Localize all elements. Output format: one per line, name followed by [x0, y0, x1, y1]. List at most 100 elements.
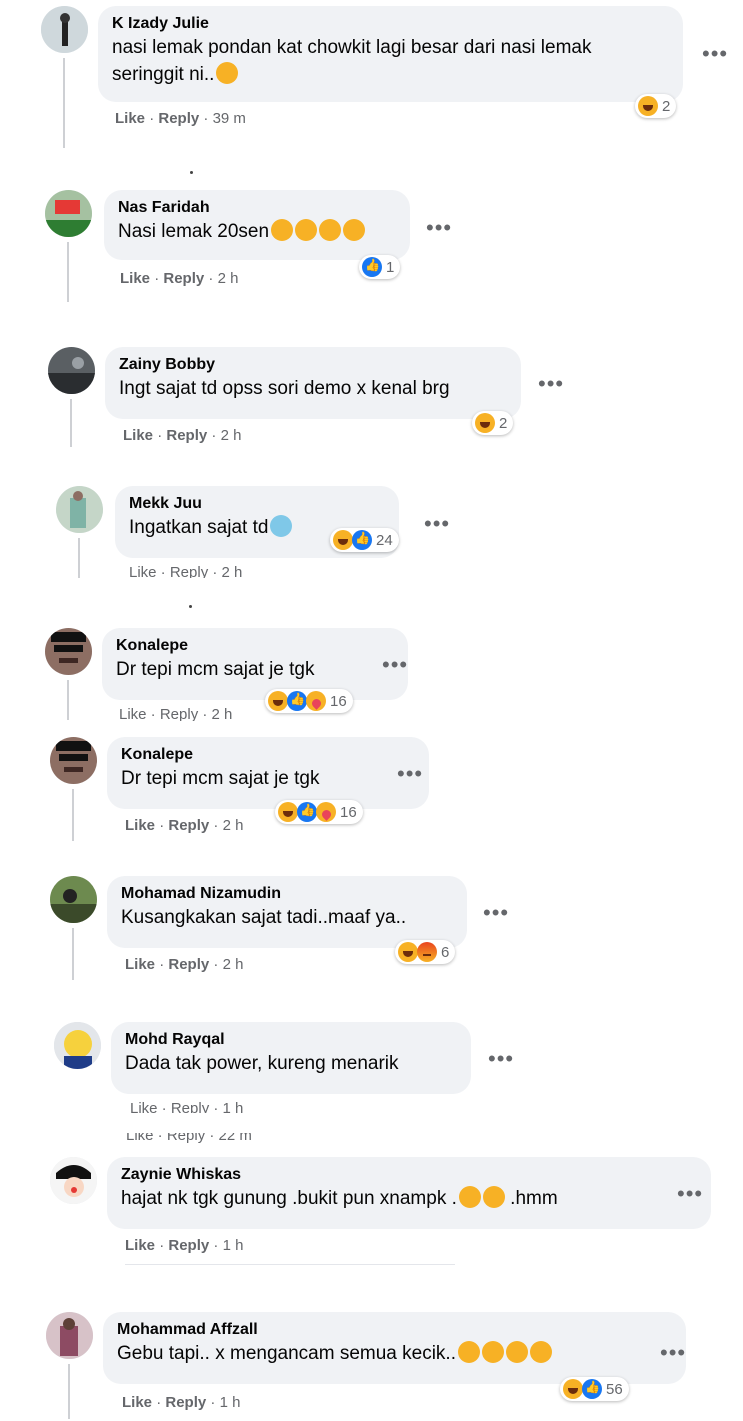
reaction-summary[interactable]: 2	[635, 94, 677, 118]
like-link[interactable]: Like	[125, 1237, 155, 1254]
more-options-icon[interactable]: •••	[677, 1183, 703, 1205]
reply-link[interactable]: Reply	[163, 270, 204, 287]
comment-text: Dr tepi mcm sajat je tgk	[121, 768, 320, 789]
reaction-summary[interactable]: 1	[359, 255, 401, 279]
more-options-icon[interactable]: •••	[538, 373, 564, 395]
laughing-emoji-icon	[530, 1341, 552, 1363]
cold-face-emoji-icon	[270, 515, 293, 537]
like-link[interactable]: Like	[120, 270, 150, 287]
avatar[interactable]	[50, 1157, 97, 1204]
more-options-icon[interactable]: •••	[483, 902, 509, 924]
comment-bubble: K Izady Julie nasi lemak pondan kat chow…	[98, 6, 683, 102]
like-reaction-icon	[287, 691, 307, 711]
reaction-summary[interactable]: 16	[275, 800, 363, 824]
reaction-summary[interactable]: 16	[265, 689, 353, 713]
comment-actions-clipped: Like · Reply · 22 m	[126, 1133, 252, 1144]
haha-reaction-icon	[333, 530, 353, 550]
timestamp[interactable]: 1 h	[220, 1394, 241, 1411]
comment-bubble: Zainy Bobby Ingt sajat td opss sori demo…	[105, 347, 521, 419]
comment: Konalepe Dr tepi mcm sajat je tgk 16 •••…	[50, 737, 740, 847]
avatar[interactable]	[50, 737, 97, 784]
like-link[interactable]: Like	[125, 817, 155, 834]
like-reaction-icon	[582, 1379, 602, 1399]
timestamp[interactable]: 2 h	[223, 956, 244, 973]
comment-actions-clipped: Like · Reply · 1 h	[130, 1100, 244, 1113]
comment-bubble: Mohd Rayqal Dada tak power, kureng menar…	[111, 1022, 471, 1094]
comment-bubble: Mohamad Nizamudin Kusangkakan sajat tadi…	[107, 876, 467, 948]
more-options-icon[interactable]: •••	[397, 763, 423, 785]
commenter-name[interactable]: Zainy Bobby	[119, 355, 509, 375]
commenter-name[interactable]: Mohd Rayqal	[125, 1030, 459, 1050]
comment: Konalepe Dr tepi mcm sajat je tgk 16 •••…	[45, 628, 735, 723]
comment-bubble: Mohammad Affzall Gebu tapi.. x mengancam…	[103, 1312, 686, 1384]
comment-bubble: Nas Faridah Nasi lemak 20sen	[104, 190, 410, 260]
reaction-summary[interactable]: 6	[395, 940, 456, 964]
avatar[interactable]	[45, 628, 92, 675]
reply-link[interactable]: Reply	[168, 956, 209, 973]
reply-link[interactable]: Reply	[165, 1394, 206, 1411]
commenter-name[interactable]: Mekk Juu	[129, 494, 387, 514]
more-options-icon[interactable]: •••	[660, 1342, 686, 1364]
avatar[interactable]	[56, 486, 103, 533]
comment: Mohd Rayqal Dada tak power, kureng menar…	[54, 1022, 734, 1114]
comment-actions: Like · Reply · 39 m	[115, 110, 246, 127]
more-options-icon[interactable]: •••	[702, 43, 728, 65]
upside-down-face-icon	[319, 219, 342, 241]
comment-text: seringgit ni..	[112, 61, 671, 88]
haha-reaction-icon	[398, 942, 418, 962]
avatar[interactable]	[48, 347, 95, 394]
timestamp[interactable]: 2 h	[218, 270, 239, 287]
upside-down-face-icon	[271, 219, 294, 241]
comment-text: Nasi lemak 20sen	[118, 218, 398, 245]
reply-link[interactable]: Reply	[166, 427, 207, 444]
laughing-emoji-icon	[506, 1341, 528, 1363]
more-options-icon[interactable]: •••	[424, 513, 450, 535]
comment: Mohammad Affzall Gebu tapi.. x mengancam…	[46, 1312, 736, 1421]
comment-text: Gebu tapi.. x mengancam semua kecik..	[117, 1340, 674, 1367]
reply-link[interactable]: Reply	[168, 1237, 209, 1254]
timestamp[interactable]: 2 h	[221, 427, 242, 444]
like-link[interactable]: Like	[123, 427, 153, 444]
like-reaction-icon	[297, 802, 317, 822]
avatar[interactable]	[46, 1312, 93, 1359]
avatar[interactable]	[41, 6, 88, 53]
like-link[interactable]: Like	[122, 1394, 152, 1411]
avatar[interactable]	[54, 1022, 101, 1069]
more-options-icon[interactable]: •••	[382, 654, 408, 676]
commenter-name[interactable]: Nas Faridah	[118, 198, 398, 218]
commenter-name[interactable]: Mohammad Affzall	[117, 1320, 674, 1340]
reply-link[interactable]: Reply	[158, 110, 199, 127]
comment: Mohamad Nizamudin Kusangkakan sajat tadi…	[50, 876, 740, 986]
comment-actions: Like · Reply · 1 h	[125, 1237, 244, 1254]
comment: K Izady Julie nasi lemak pondan kat chow…	[41, 6, 741, 148]
laughing-emoji-icon	[216, 62, 239, 84]
commenter-name[interactable]: Mohamad Nizamudin	[121, 884, 455, 904]
commenter-name[interactable]: K Izady Julie	[112, 14, 671, 34]
commenter-name[interactable]: Konalepe	[121, 745, 417, 765]
haha-reaction-icon	[563, 1379, 583, 1399]
like-link[interactable]: Like	[115, 110, 145, 127]
comment-actions-clipped: Like · Reply · 2 h	[119, 706, 233, 721]
reply-link[interactable]: Reply	[168, 817, 209, 834]
reaction-summary[interactable]: 2	[472, 411, 514, 435]
care-reaction-icon	[306, 691, 326, 711]
timestamp[interactable]: 2 h	[223, 817, 244, 834]
more-options-icon[interactable]: •••	[488, 1048, 514, 1070]
timestamp[interactable]: 1 h	[223, 1237, 244, 1254]
care-reaction-icon	[316, 802, 336, 822]
timestamp[interactable]: 39 m	[213, 110, 246, 127]
comment-actions: Like · Reply · 2 h	[120, 270, 239, 287]
like-link[interactable]: Like	[125, 956, 155, 973]
haha-reaction-icon	[475, 413, 495, 433]
reaction-summary[interactable]: 24	[330, 528, 399, 552]
dizzy-face-emoji-icon	[482, 1186, 505, 1208]
avatar[interactable]	[45, 190, 92, 237]
angry-reaction-icon	[417, 942, 437, 962]
more-options-icon[interactable]: •••	[426, 217, 452, 239]
avatar[interactable]	[50, 876, 97, 923]
commenter-name[interactable]: Konalepe	[116, 636, 396, 656]
comment-actions: Like · Reply · 1 h	[122, 1394, 241, 1411]
comment-text: Dada tak power, kureng menarik	[125, 1053, 399, 1074]
reaction-summary[interactable]: 56	[560, 1377, 629, 1401]
commenter-name[interactable]: Zaynie Whiskas	[121, 1165, 699, 1185]
